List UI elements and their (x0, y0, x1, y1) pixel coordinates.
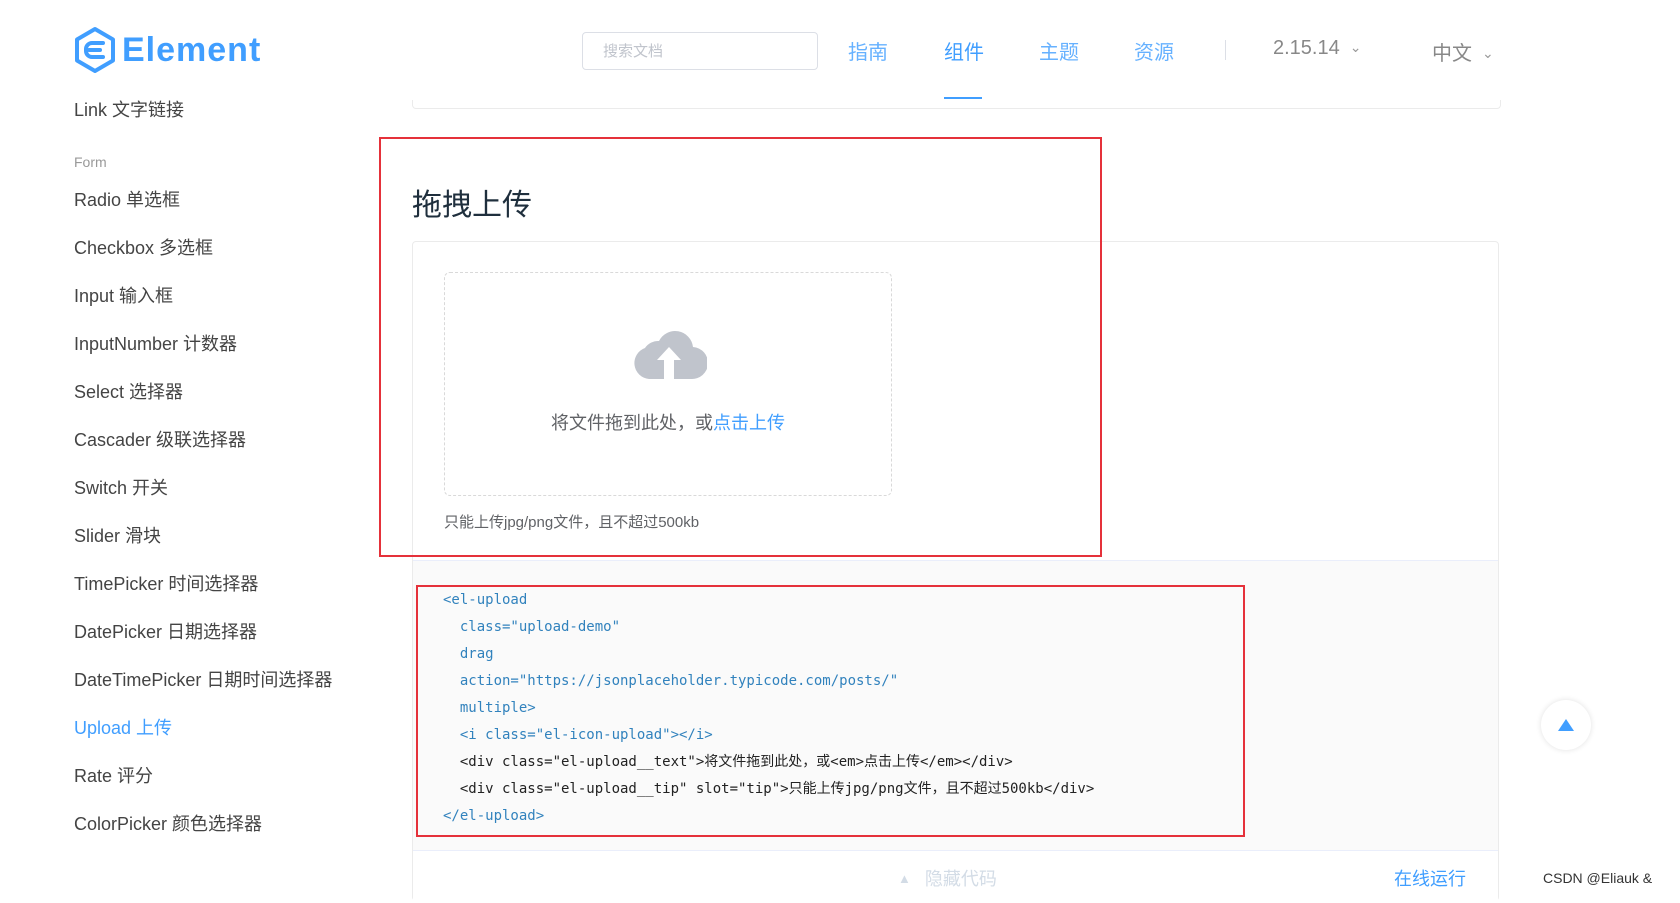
demo-title: 拖拽上传 (412, 189, 532, 222)
nav-component[interactable]: 组件 (944, 36, 984, 66)
demo-source: 将文件拖到此处，或点击上传 只能上传jpg/png文件，且不超过500kb (413, 242, 1498, 560)
hide-code-button[interactable]: ▲ 隐藏代码 (898, 865, 997, 891)
nav-resource[interactable]: 资源 (1134, 36, 1174, 66)
upload-tip: 只能上传jpg/png文件，且不超过500kb (444, 514, 700, 531)
code-line: class="upload-demo" (443, 614, 1094, 641)
code-line: class="upload-demo" (443, 619, 621, 635)
sidebar-group-form: Form (74, 154, 107, 170)
caret-up-icon: ▲ (898, 871, 911, 886)
nav-divider (1225, 40, 1226, 60)
logo-text: Element (122, 30, 262, 69)
nav-theme[interactable]: 主题 (1039, 36, 1079, 66)
version-select[interactable]: 2.15.14 ⌄ (1273, 37, 1361, 60)
code-line: <i class="el-icon-upload"></i> (443, 727, 713, 743)
sidebar-item-datetimepicker[interactable]: DateTimePicker 日期时间选择器 (74, 666, 332, 692)
hide-code-label: 隐藏代码 (924, 869, 997, 889)
chevron-down-icon: ⌄ (1482, 45, 1494, 61)
sidebar-item-inputnumber[interactable]: InputNumber 计数器 (74, 330, 237, 356)
version-label: 2.15.14 (1273, 37, 1340, 59)
search-input[interactable] (582, 32, 818, 70)
code-line: </el-upload> (443, 808, 545, 824)
demo-block: 将文件拖到此处，或点击上传 只能上传jpg/png文件，且不超过500kb <e… (412, 241, 1499, 903)
code-line: <el-upload (443, 592, 528, 608)
code-line: <div class="el-upload__text">将文件拖到此处，或<e… (443, 754, 1013, 770)
sidebar-item-radio[interactable]: Radio 单选框 (74, 186, 180, 212)
sidebar-item-input[interactable]: Input 输入框 (74, 282, 173, 308)
demo-control: ▲ 隐藏代码 在线运行 (413, 850, 1498, 903)
code-block: <el-upload class="upload-demo" drag acti… (443, 587, 1094, 830)
code-panel: <el-upload class="upload-demo" drag acti… (413, 560, 1498, 851)
sidebar-item-switch[interactable]: Switch 开关 (74, 474, 168, 500)
upload-cloud-icon (634, 331, 707, 380)
sidebar-item-rate[interactable]: Rate 评分 (74, 762, 153, 788)
code-line: multiple> (443, 700, 536, 716)
upload-dragger[interactable]: 将文件拖到此处，或点击上传 (444, 272, 892, 496)
sidebar-item-checkbox[interactable]: Checkbox 多选框 (74, 234, 213, 260)
header: Element 指南 组件 主题 资源 2.15.14 ⌄ 中文 ⌄ (0, 0, 1680, 100)
sidebar-item-datepicker[interactable]: DatePicker 日期选择器 (74, 618, 257, 644)
code-line: <div class="el-upload__tip" slot="tip">只… (443, 781, 1095, 797)
sidebar-item-timepicker[interactable]: TimePicker 时间选择器 (74, 570, 258, 596)
sidebar-item-upload[interactable]: Upload 上传 (74, 714, 172, 740)
code-line: drag (443, 646, 494, 662)
upload-link[interactable]: 点击上传 (713, 413, 785, 433)
sidebar-item-colorpicker[interactable]: ColorPicker 颜色选择器 (74, 810, 262, 836)
code-line: action="https://jsonplaceholder.typicode… (443, 673, 899, 689)
element-logo-icon (75, 27, 115, 73)
sidebar-item-slider[interactable]: Slider 滑块 (74, 522, 161, 548)
back-to-top-button[interactable] (1541, 700, 1591, 750)
language-label: 中文 (1432, 43, 1472, 65)
upload-text: 将文件拖到此处，或点击上传 (445, 409, 891, 435)
sidebar-item-select[interactable]: Select 选择器 (74, 378, 183, 404)
upload-text-prefix: 将文件拖到此处，或 (551, 413, 713, 433)
logo[interactable]: Element (74, 26, 261, 74)
language-select[interactable]: 中文 ⌄ (1432, 37, 1494, 66)
back-to-top-icon (1558, 719, 1574, 731)
nav-guide[interactable]: 指南 (848, 36, 888, 66)
run-online-button[interactable]: 在线运行 (1394, 865, 1466, 891)
sidebar-item-cascader[interactable]: Cascader 级联选择器 (74, 426, 246, 452)
watermark: CSDN @Eliauk & (1543, 870, 1653, 886)
chevron-down-icon: ⌄ (1349, 39, 1362, 55)
nav-active-indicator (944, 97, 982, 99)
